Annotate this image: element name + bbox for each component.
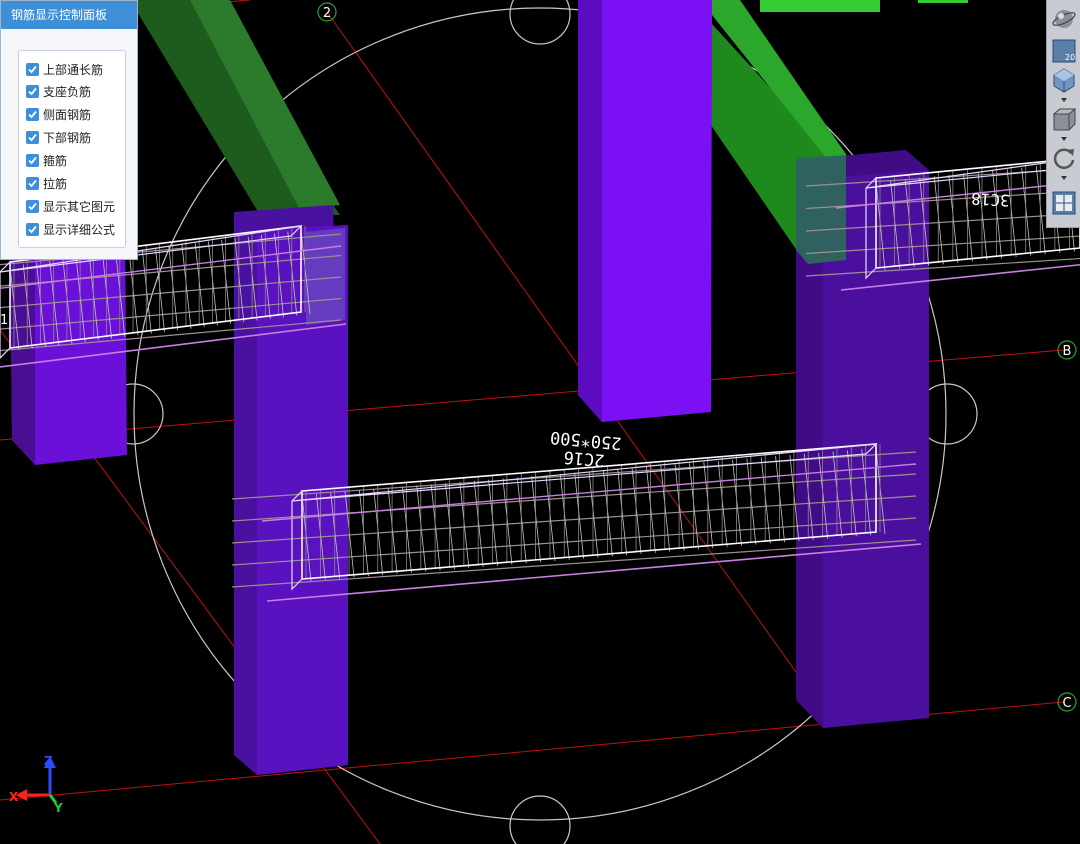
panel-title[interactable]: 钢筋显示控制面板 — [1, 1, 137, 29]
option-label: 支座负筋 — [43, 84, 92, 99]
zoom-level-text: 20 — [1065, 53, 1075, 62]
grid-label-b: B — [1063, 344, 1072, 359]
option-side-rebar[interactable]: 侧面钢筋 — [26, 105, 91, 123]
checkbox-checked-icon[interactable] — [26, 222, 39, 236]
panel-option-group: 上部通长筋 支座负筋 侧面钢筋 下部钢筋 箍筋 拉筋 显示其它图元 显示详细公式 — [18, 50, 126, 248]
option-bottom-rebar[interactable]: 下部钢筋 — [26, 128, 91, 146]
grid-label-1: 1 — [0, 313, 8, 328]
axis-z-label: Z — [44, 754, 53, 768]
beam-rebar-label: 2C16 — [563, 446, 606, 469]
option-stirrup[interactable]: 箍筋 — [26, 151, 67, 169]
2d-view-icon[interactable]: 20 — [1051, 38, 1077, 64]
option-label: 显示其它图元 — [43, 199, 116, 214]
rotate-icon[interactable] — [1051, 145, 1077, 171]
checkbox-checked-icon[interactable] — [26, 107, 39, 121]
view-toolbar: 20 — [1046, 0, 1080, 228]
axis-x-label: X — [9, 790, 19, 804]
rebar-display-control-panel: 钢筋显示控制面板 上部通长筋 支座负筋 侧面钢筋 下部钢筋 箍筋 拉筋 显示其它… — [0, 0, 138, 260]
option-show-detailed-formula[interactable]: 显示详细公式 — [26, 220, 115, 238]
view-dropdown-caret-icon[interactable] — [1061, 98, 1067, 102]
grid-label-c: C — [1062, 696, 1071, 711]
checkbox-checked-icon[interactable] — [26, 199, 39, 213]
checkbox-checked-icon[interactable] — [26, 130, 39, 144]
grid-label-2: 2 — [323, 6, 331, 21]
option-label: 拉筋 — [43, 176, 68, 191]
option-label: 侧面钢筋 — [43, 107, 92, 122]
option-top-continuous-rebar[interactable]: 上部通长筋 — [26, 60, 103, 78]
checkbox-checked-icon[interactable] — [26, 176, 39, 190]
sphere-view-icon[interactable] — [1051, 6, 1077, 32]
option-label: 上部通长筋 — [43, 62, 104, 77]
option-support-negative-rebar[interactable]: 支座负筋 — [26, 82, 91, 100]
checkbox-checked-icon[interactable] — [26, 84, 39, 98]
grid-layout-icon[interactable] — [1051, 190, 1077, 216]
3d-viewport[interactable]: 250*500 2C16 3C18 2 B C 1 Z X Y — [0, 0, 1080, 844]
beam-rebar-label-right: 3C18 — [971, 189, 1010, 210]
option-label: 显示详细公式 — [43, 222, 116, 237]
option-show-other-elements[interactable]: 显示其它图元 — [26, 197, 115, 215]
axis-gizmo: Z X Y — [9, 754, 63, 815]
option-label: 箍筋 — [43, 153, 68, 168]
rotate-dropdown-caret-icon[interactable] — [1061, 176, 1067, 180]
checkbox-checked-icon[interactable] — [26, 153, 39, 167]
option-tie-bar[interactable]: 拉筋 — [26, 174, 67, 192]
box-view-icon[interactable] — [1051, 106, 1077, 132]
axis-y-label: Y — [53, 801, 63, 815]
box-dropdown-caret-icon[interactable] — [1061, 137, 1067, 141]
3d-cube-icon[interactable] — [1051, 67, 1077, 93]
option-label: 下部钢筋 — [43, 130, 92, 145]
checkbox-checked-icon[interactable] — [26, 62, 39, 76]
